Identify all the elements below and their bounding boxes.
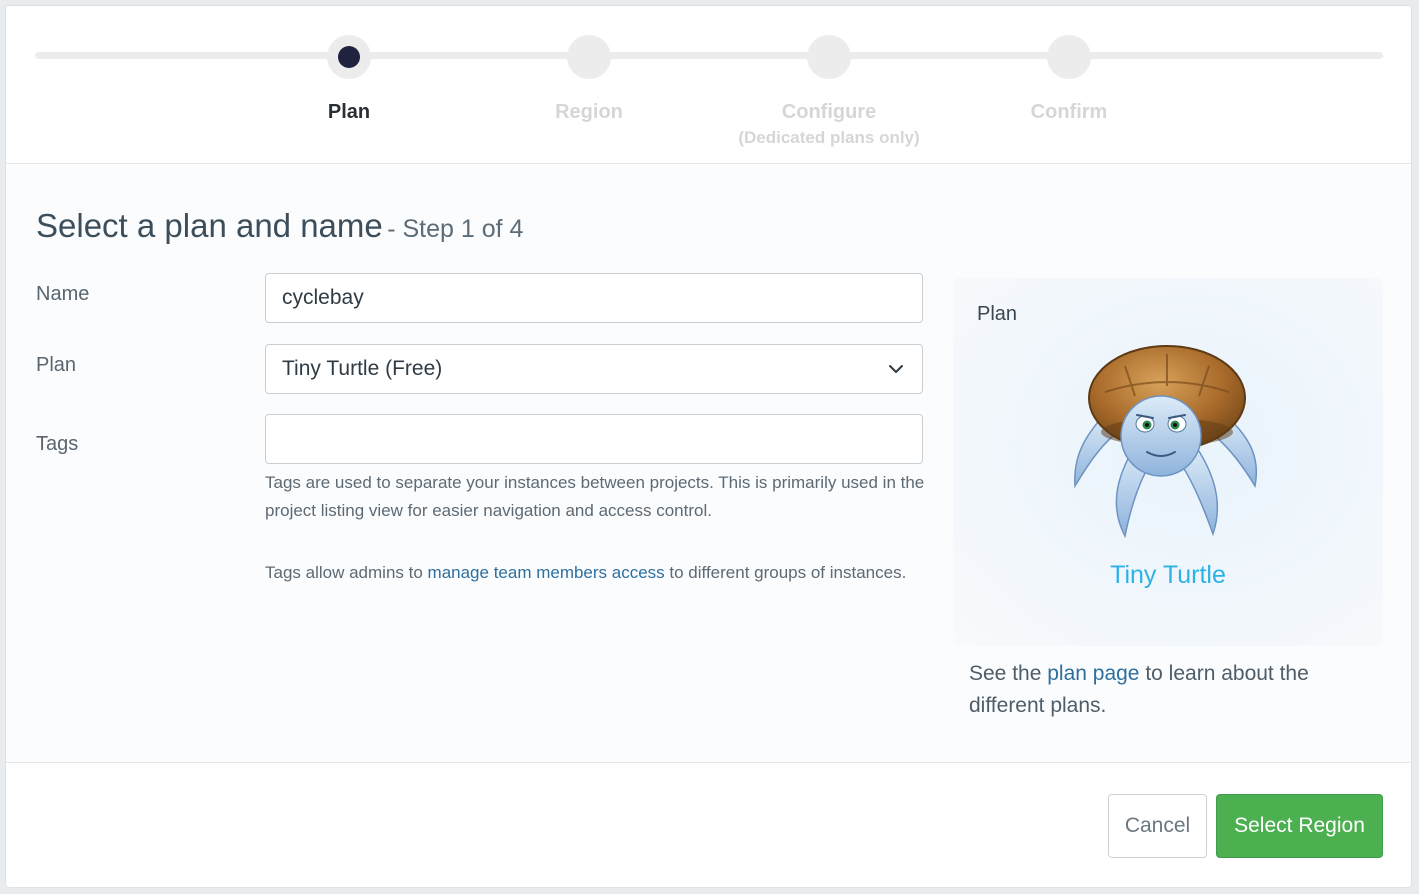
tags-help-text: Tags are used to separate your instances… xyxy=(265,473,925,520)
step-counter: - Step 1 of 4 xyxy=(387,215,524,243)
step-configure-sublabel: (Dedicated plans only) xyxy=(738,128,920,147)
plan-label: Plan xyxy=(36,354,77,376)
chevron-down-icon xyxy=(889,365,903,373)
step-confirm: Confirm xyxy=(949,35,1189,124)
step-plan: Plan xyxy=(229,35,469,124)
tags-admin-help-pre: Tags allow admins to xyxy=(265,563,428,582)
step-region-indicator xyxy=(567,35,611,79)
tags-label: Tags xyxy=(36,433,79,455)
select-region-button[interactable]: Select Region xyxy=(1216,794,1383,858)
manage-team-access-link[interactable]: manage team members access xyxy=(428,563,665,582)
plan-preview-name: Tiny Turtle xyxy=(1110,561,1226,589)
step-configure-indicator xyxy=(807,35,851,79)
page-title-text: Select a plan and name xyxy=(36,207,383,244)
step-configure: Configure (Dedicated plans only) xyxy=(709,35,949,148)
step-region: Region xyxy=(469,35,709,124)
stepper: Plan Region Configure (Dedicated plans o… xyxy=(6,6,1411,164)
turtle-illustration xyxy=(1074,345,1258,539)
name-input[interactable] xyxy=(265,273,923,323)
page-title: Select a plan and name - Step 1 of 4 xyxy=(36,207,523,245)
plan-page-note: See the plan page to learn about the dif… xyxy=(969,658,1349,722)
step-confirm-label: Confirm xyxy=(1030,101,1108,123)
create-instance-card: Plan Region Configure (Dedicated plans o… xyxy=(5,5,1412,888)
step-configure-label: Configure xyxy=(781,101,877,123)
name-label: Name xyxy=(36,283,90,305)
tags-admin-help-post: to different groups of instances. xyxy=(664,563,907,582)
step-region-label: Region xyxy=(555,101,623,123)
plan-select[interactable]: Tiny Turtle (Free) xyxy=(265,344,923,394)
step-confirm-indicator xyxy=(1047,35,1091,79)
plan-preview-panel: Plan Tiny Turtle xyxy=(953,278,1383,646)
tags-input[interactable] xyxy=(265,414,923,464)
form-footer: Cancel Select Region xyxy=(6,764,1411,887)
cancel-button[interactable]: Cancel xyxy=(1108,794,1207,858)
plan-page-note-pre: See the xyxy=(969,662,1048,685)
plan-page-link[interactable]: plan page xyxy=(1047,662,1139,685)
form-body: Select a plan and name - Step 1 of 4 Nam… xyxy=(6,165,1411,763)
tags-admin-help: Tags allow admins to manage team members… xyxy=(265,557,925,589)
plan-select-value: Tiny Turtle (Free) xyxy=(282,357,443,380)
step-plan-indicator xyxy=(327,35,371,79)
step-plan-label: Plan xyxy=(327,101,371,123)
plan-preview-heading: Plan xyxy=(977,303,1018,325)
